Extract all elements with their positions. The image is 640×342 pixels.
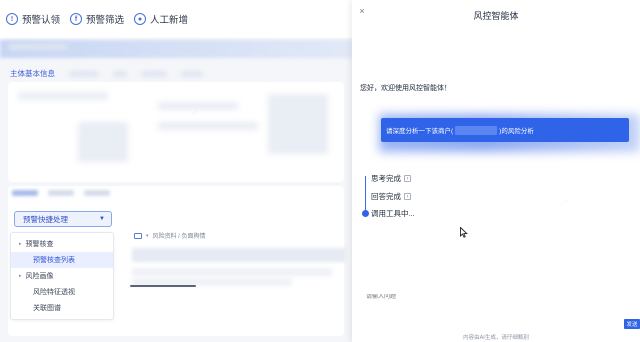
expand-icon[interactable]: › xyxy=(404,175,411,182)
chevron-right-icon: ▸ xyxy=(19,241,22,247)
breadcrumb: ▾ 风险资料 / 负面舆情 xyxy=(134,231,206,240)
step-label: 思考完成 xyxy=(371,174,401,183)
table-row xyxy=(132,268,332,276)
filter-icon: f xyxy=(70,13,83,25)
menu-item-label: 风险画像 xyxy=(25,273,54,280)
tab-basic-info[interactable]: 主体基本信息 xyxy=(10,68,55,79)
question-input[interactable] xyxy=(366,294,566,300)
menu-item-warning-check-list[interactable]: 预警核查列表 xyxy=(11,252,113,268)
sub-tabs xyxy=(12,190,110,196)
user-icon: ● xyxy=(134,13,147,25)
user-message-text: 请深度分析一下该商户( )的风险分析 xyxy=(386,125,534,136)
menu-item-label: 关联图谱 xyxy=(33,305,61,312)
menu-item-label: 预警核查列表 xyxy=(33,257,75,264)
manual-add-label: 人工新增 xyxy=(150,15,189,26)
timeline-line xyxy=(365,176,366,214)
user-message-suffix: )的风险分析 xyxy=(499,127,534,135)
table-header xyxy=(132,248,346,262)
bubble-body: 请深度分析一下该商户( )的风险分析 xyxy=(381,118,629,142)
menu-item-risk-profile[interactable]: ▸ 风险画像 xyxy=(11,268,113,284)
user-message-bubble: 请深度分析一下该商户( )的风险分析 xyxy=(379,114,640,152)
side-menu: ▸ 预警核查 预警核查列表 ▸ 风险画像 风险特征透视 关联图谱 xyxy=(10,232,114,320)
blurred-text xyxy=(18,92,108,100)
blurred-tab[interactable] xyxy=(69,70,99,77)
question-input-area[interactable] xyxy=(360,288,636,328)
background-app: ! 预警认领 f 预警筛选 ● 人工新增 主体基本信息 预警快捷处理 ▼ ▸ 预… xyxy=(0,0,352,342)
claim-warning-label: 预警认领 xyxy=(22,15,61,26)
step-thinking-done[interactable]: 思考完成 › xyxy=(371,173,411,184)
chevron-down-icon: ▾ xyxy=(146,232,149,239)
blurred-text xyxy=(158,122,258,130)
step-answer-done[interactable]: 回答完成 › xyxy=(371,191,411,202)
grid-icon[interactable] xyxy=(134,232,142,239)
mouse-cursor-icon xyxy=(460,227,468,238)
menu-item-warning-check[interactable]: ▸ 预警核查 xyxy=(11,236,113,252)
menu-item-risk-features[interactable]: 风险特征透视 xyxy=(11,284,113,300)
section-tabs: 主体基本信息 xyxy=(10,68,203,79)
manual-add-button[interactable]: ● 人工新增 xyxy=(134,12,188,26)
blurred-block xyxy=(268,94,328,154)
step-label: 回答完成 xyxy=(371,192,401,201)
info-panel xyxy=(8,82,344,182)
quick-handle-dropdown[interactable]: 预警快捷处理 ▼ xyxy=(14,211,112,227)
user-message-prefix: 请深度分析一下该商户( xyxy=(386,127,454,135)
ai-agent-drawer: × 风控智能体 您好，欢迎使用风控智能体！ 请深度分析一下该商户()的风险分析 … xyxy=(352,0,640,342)
sub-tab[interactable] xyxy=(84,190,110,196)
step-label: 调用工具中... xyxy=(371,209,415,218)
blurred-tab[interactable] xyxy=(141,70,167,77)
horizontal-scrollbar[interactable] xyxy=(130,285,196,287)
active-step-dot xyxy=(362,210,369,217)
menu-item-label: 风险特征透视 xyxy=(33,289,75,296)
progress-timeline: 思考完成 › 回答完成 › 调用工具中... xyxy=(362,171,452,221)
chevron-down-icon: ▼ xyxy=(99,216,105,222)
claim-warning-button[interactable]: ! 预警认领 xyxy=(6,12,60,26)
greeting-message: 您好，欢迎使用风控智能体！ xyxy=(360,85,451,92)
expand-icon[interactable]: › xyxy=(404,193,411,200)
toolbar: ! 预警认领 f 预警筛选 ● 人工新增 xyxy=(0,0,352,38)
ai-disclaimer: 内容由AI生成，请仔细甄别 xyxy=(463,335,529,341)
chevron-right-icon: ▸ xyxy=(19,273,22,279)
blurred-block xyxy=(78,122,128,162)
send-button[interactable]: 发送 xyxy=(624,319,640,329)
drawer-title: 风控智能体 xyxy=(473,11,519,21)
filter-warning-label: 预警筛选 xyxy=(86,15,125,26)
menu-item-relation-graph[interactable]: 关联图谱 xyxy=(11,300,113,316)
sub-tab[interactable] xyxy=(48,190,74,196)
redacted-merchant-id xyxy=(455,126,498,136)
bell-icon: ! xyxy=(6,13,18,25)
blurred-text xyxy=(158,102,238,110)
blurred-text xyxy=(8,44,68,50)
filter-warning-button[interactable]: f 预警筛选 xyxy=(70,12,124,26)
blurred-tab[interactable] xyxy=(181,70,203,77)
dropdown-label: 预警快捷处理 xyxy=(23,214,68,224)
step-calling-tool: 调用工具中... xyxy=(371,208,415,219)
sub-tab[interactable] xyxy=(12,190,38,196)
menu-item-label: 预警核查 xyxy=(25,241,54,248)
breadcrumb-text: 风险资料 / 负面舆情 xyxy=(152,234,206,240)
blurred-tab[interactable] xyxy=(113,70,127,77)
